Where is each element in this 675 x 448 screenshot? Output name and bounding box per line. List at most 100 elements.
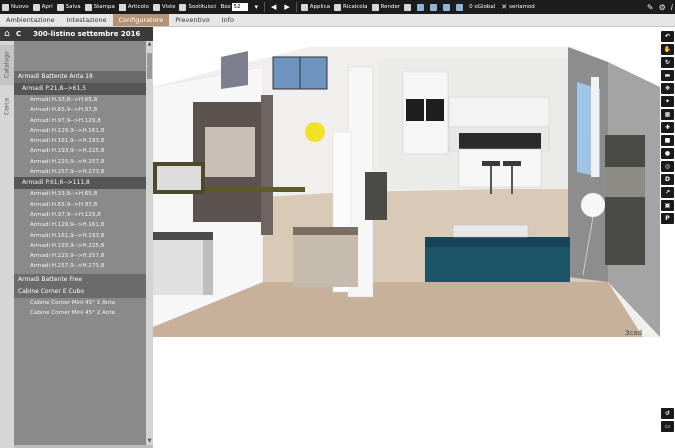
catalog-code: C bbox=[16, 30, 22, 38]
box-dropdown[interactable]: ▾ bbox=[250, 0, 262, 14]
tree-item[interactable]: Armadi H.33,8-->H.65,8 bbox=[14, 189, 146, 199]
tree-item[interactable]: Cabine Corner Mini 45° 2 Ante bbox=[14, 308, 146, 318]
global-indicator: 0 oGlobal bbox=[469, 4, 496, 10]
edit-icon[interactable]: ✎ bbox=[647, 3, 654, 12]
tab-intestazione[interactable]: Intestazione bbox=[61, 14, 113, 26]
render-button[interactable]: Render bbox=[370, 0, 403, 14]
box-field: Box bbox=[218, 0, 250, 14]
export-icon[interactable]: ↗ bbox=[661, 187, 674, 198]
zoom-window-icon bbox=[456, 3, 464, 11]
3d-viewport[interactable]: 3cad bbox=[153, 27, 660, 448]
scroll-down-icon[interactable]: ▼ bbox=[146, 438, 153, 445]
menu-bar: Ambientazione Intestazione Configuratore Pr… bbox=[0, 14, 675, 27]
undo-arrow-button[interactable]: ◀ bbox=[267, 0, 280, 14]
open-button[interactable]: Apri bbox=[31, 0, 55, 14]
catalog-panel: ⌂ C 300-listino settembre 2016 Catalogo … bbox=[0, 27, 153, 448]
dimension-button[interactable]: D bbox=[661, 174, 674, 185]
sphere-icon[interactable]: ● bbox=[661, 148, 674, 159]
tree-item[interactable]: Armadi H.225,9-->H.257,8 bbox=[14, 251, 146, 261]
tree-subgroup[interactable]: Armadi P.61,6-->111,8 bbox=[14, 177, 146, 190]
tree-subgroup[interactable]: Armadi P.21,8-->61,5 bbox=[14, 83, 146, 95]
toolbar-divider bbox=[295, 2, 297, 12]
undo-icon[interactable]: ↶ bbox=[661, 31, 674, 42]
move-icon[interactable]: ✥ bbox=[661, 83, 674, 94]
tree-item[interactable]: Cabine Corner Mini 45° 1 Anta bbox=[14, 298, 146, 308]
light-icon[interactable]: ✦ bbox=[661, 96, 674, 107]
tab-info[interactable]: Info bbox=[216, 14, 240, 26]
tree-item[interactable]: Armadi H.193,9-->H.225,8 bbox=[14, 146, 146, 156]
hand-icon[interactable]: ✋ bbox=[661, 44, 674, 55]
tree-item[interactable]: Armadi H.97,9-->H.129,8 bbox=[14, 210, 146, 220]
arrow-right-icon: ▶ bbox=[284, 3, 290, 11]
tab-search[interactable]: Cerca bbox=[0, 91, 14, 121]
tab-ambientazione[interactable]: Ambientazione bbox=[0, 14, 61, 26]
target-icon[interactable]: ◎ bbox=[661, 161, 674, 172]
tree-item[interactable]: Armadi H.225,9-->H.257,8 bbox=[14, 157, 146, 167]
new-file-icon bbox=[2, 3, 9, 11]
replace-button[interactable]: Sostituisci bbox=[177, 0, 218, 14]
camera-button[interactable] bbox=[402, 0, 415, 14]
tree-item[interactable]: Armadi H.161,9-->H.193,8 bbox=[14, 231, 146, 241]
tree-item[interactable]: Armadi H.257,9-->H.273,8 bbox=[14, 167, 146, 177]
zoom-in-button[interactable] bbox=[415, 0, 428, 14]
box-input[interactable] bbox=[232, 3, 249, 11]
grid-icon[interactable]: ▦ bbox=[661, 109, 674, 120]
folder-icon bbox=[32, 3, 40, 11]
article-button[interactable]: Articolo bbox=[117, 0, 151, 14]
toolbar-divider bbox=[263, 2, 265, 12]
tree-item[interactable]: Armadi H.257,9-->H.273,8 bbox=[14, 261, 146, 271]
scroll-up-icon[interactable]: ▲ bbox=[146, 41, 153, 48]
printer-icon bbox=[84, 3, 92, 11]
rotate-icon[interactable]: ↻ bbox=[661, 57, 674, 68]
tab-catalog[interactable]: Catalogo bbox=[0, 45, 14, 85]
video-camera-icon[interactable]: ■ bbox=[661, 135, 674, 146]
tree-item[interactable]: Armadi H.161,9-->H.193,8 bbox=[14, 136, 146, 146]
camera-icon bbox=[404, 3, 412, 11]
screenshot-icon[interactable]: ▭ bbox=[661, 421, 674, 432]
zoom-out-button[interactable] bbox=[428, 0, 441, 14]
tree-group[interactable]: Cabine Corner E Cubo bbox=[14, 285, 146, 298]
tree-item[interactable]: Armadi H.129,9-->H.161,8 bbox=[14, 220, 146, 230]
toolbar-right: ✎ ⚙ i bbox=[647, 0, 673, 14]
tree-item[interactable]: Armadi H.193,9-->H.225,8 bbox=[14, 241, 146, 251]
tree-item[interactable]: Armadi H.65,9-->H.97,8 bbox=[14, 200, 146, 210]
user-button[interactable]: ✕ seriamod bbox=[497, 0, 537, 14]
recalc-button[interactable]: Ricalcola bbox=[332, 0, 370, 14]
zoom-fit-button[interactable] bbox=[441, 0, 454, 14]
right-toolbar: ↶ ✋ ↻ ▬ ✥ ✦ ▦ ✚ ■ ● ◎ D ↗ ▣ P ↺ ▭ bbox=[660, 27, 675, 448]
tab-configuratore[interactable]: Configuratore bbox=[112, 14, 170, 26]
scroll-thumb[interactable] bbox=[147, 53, 152, 79]
tab-preventivo[interactable]: Preventivo bbox=[169, 14, 215, 26]
views-button[interactable]: Viste bbox=[151, 0, 178, 14]
tree-group[interactable]: Armadi Battente Free bbox=[14, 273, 146, 286]
tree-item[interactable]: Armadi H.129,9-->H.161,8 bbox=[14, 126, 146, 136]
save-button[interactable]: Salva bbox=[55, 0, 83, 14]
catalog-title: 300-listino settembre 2016 bbox=[33, 30, 141, 38]
chevron-down-icon: ▾ bbox=[254, 3, 258, 11]
box-view-icon[interactable]: ▣ bbox=[661, 200, 674, 211]
tree-item[interactable]: Armadi H.33,8-->H.65,8 bbox=[14, 95, 146, 105]
tree-item[interactable]: Armadi H.65,9-->H.97,8 bbox=[14, 105, 146, 115]
tree-scrollbar[interactable]: ▲ ▼ bbox=[146, 41, 153, 445]
list-icon bbox=[118, 3, 126, 11]
user-icon: ✕ bbox=[501, 3, 508, 11]
redo-arrow-button[interactable]: ▶ bbox=[280, 0, 293, 14]
home-icon[interactable]: ⌂ bbox=[0, 27, 14, 41]
print-button[interactable]: Stampa bbox=[83, 0, 117, 14]
views-icon bbox=[152, 3, 160, 11]
info-icon[interactable]: i bbox=[671, 3, 673, 12]
room-render bbox=[153, 27, 660, 448]
reset-view-icon[interactable]: ↺ bbox=[661, 408, 674, 419]
tree-group[interactable]: Armadi Battente Anta 18 bbox=[14, 71, 146, 83]
apply-button[interactable]: Applica bbox=[299, 0, 332, 14]
tree-item[interactable]: Armadi H.97,9-->H.129,8 bbox=[14, 116, 146, 126]
ruler-icon[interactable]: ▬ bbox=[661, 70, 674, 81]
perspective-button[interactable]: P bbox=[661, 213, 674, 224]
walk-icon[interactable]: ✚ bbox=[661, 122, 674, 133]
new-button[interactable]: Nuovo bbox=[0, 0, 31, 14]
calculator-icon bbox=[333, 3, 341, 11]
save-icon bbox=[56, 3, 64, 11]
catalog-tree: Armadi Battente Anta 18 Armadi P.21,8-->… bbox=[14, 41, 146, 445]
gear-icon[interactable]: ⚙ bbox=[659, 3, 666, 12]
zoom-window-button[interactable] bbox=[454, 0, 467, 14]
